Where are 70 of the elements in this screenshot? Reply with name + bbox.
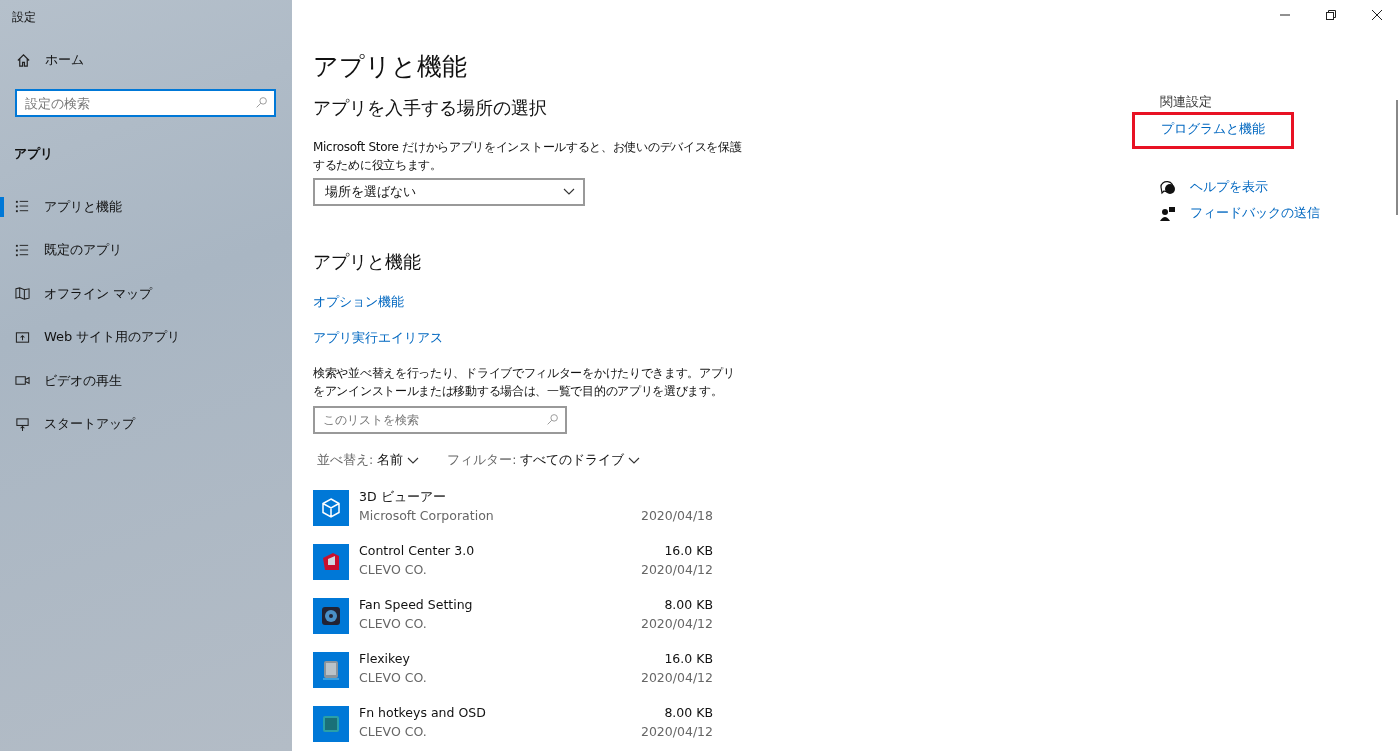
app-publisher: CLEVO CO. [359, 723, 427, 741]
app-icon [313, 652, 349, 688]
app-name: 3D ビューアー [359, 488, 446, 506]
search-icon [255, 96, 268, 109]
app-list-item[interactable]: Flexikey 16.0 KB CLEVO CO. 2020/04/12 [313, 652, 713, 706]
app-size: 16.0 KB [664, 542, 713, 560]
app-size: 8.00 KB [664, 704, 713, 722]
app-list-item[interactable]: Fan Speed Setting 8.00 KB CLEVO CO. 2020/04/12 [313, 598, 713, 652]
sidebar-item[interactable]: 既定のアプリ [0, 228, 292, 272]
map-icon [15, 286, 30, 302]
app-name: Flexikey [359, 650, 410, 668]
sidebar-item[interactable]: オフライン マップ [0, 272, 292, 316]
sort-dropdown[interactable]: 並べ替え: 名前 [317, 452, 420, 469]
search-field[interactable]: 設定の検索 [15, 89, 276, 117]
app-name: Fn hotkeys and OSD [359, 704, 486, 722]
description-text: 検索や並べ替えを行ったり、ドライブでフィルターをかけたりできます。アプリをアンインストールまたは移動する場合は、一覧で目的のアプリを選びます。 [313, 365, 736, 400]
link[interactable]: オプション機能 [313, 294, 1092, 314]
app-name: Fan Speed Setting [359, 596, 473, 614]
close-icon [1372, 10, 1382, 20]
restore-icon [1326, 10, 1336, 20]
sidebar-item[interactable]: アプリと機能 [0, 185, 292, 229]
support-link[interactable]: ヘルプを表示 [1160, 179, 1400, 196]
list-search-field[interactable]: このリストを検索 [313, 406, 567, 434]
description-text: Microsoft Store だけからアプリをインストールすると、お使いのデバイスを保護するために役立ちます。 [313, 139, 743, 174]
monitor-icon [15, 416, 30, 432]
app-publisher: CLEVO CO. [359, 561, 427, 579]
person-icon [1160, 205, 1176, 222]
app-name: Control Center 3.0 [359, 542, 475, 560]
chevron-down-icon [563, 188, 575, 196]
filter-dropdown[interactable]: フィルター: すべてのドライブ [447, 452, 641, 469]
app-date: 2020/04/12 [640, 669, 713, 687]
list-icon [15, 242, 30, 258]
link[interactable]: アプリ実行エイリアス [313, 330, 1092, 350]
app-list-item[interactable]: Fn hotkeys and OSD 8.00 KB CLEVO CO. 2020/04/12 [313, 706, 713, 751]
app-list-item[interactable]: Control Center 3.0 16.0 KB CLEVO CO. 2020/04/12 [313, 544, 713, 598]
app-publisher: CLEVO CO. [359, 615, 427, 633]
app-publisher: CLEVO CO. [359, 669, 427, 687]
list-icon [15, 199, 30, 215]
app-publisher: Microsoft Corporation [359, 507, 494, 525]
sidebar-item[interactable]: Web サイト用のアプリ [0, 315, 292, 359]
app-size: 8.00 KB [664, 596, 713, 614]
section-heading: 関連設定 [1160, 94, 1213, 111]
support-link[interactable]: フィードバックの送信 [1160, 205, 1400, 222]
link[interactable]: プログラムと機能 [1132, 112, 1294, 149]
app-date: 2020/04/12 [640, 723, 713, 741]
app-list-item[interactable]: 3D ビューアー Microsoft Corporation 2020/04/18 [313, 490, 713, 544]
sidebar-item[interactable]: スタートアップ [0, 402, 292, 446]
scrollbar[interactable] [1396, 100, 1398, 215]
section-heading: アプリを入手する場所の選択 [313, 96, 548, 120]
app-date: 2020/04/12 [640, 615, 713, 633]
app-icon [313, 490, 349, 526]
section-heading: アプリ [14, 145, 54, 163]
search-icon [546, 413, 559, 426]
chevron-down-icon [628, 456, 641, 465]
chat-bubble-icon [1160, 179, 1176, 196]
app-date: 2020/04/18 [640, 507, 713, 525]
window-icon [15, 329, 30, 345]
section-heading: アプリと機能 [313, 250, 422, 274]
app-date: 2020/04/12 [640, 561, 713, 579]
page-title: アプリと機能 [313, 51, 468, 83]
app-icon [313, 706, 349, 742]
window-title: 設定 [11, 9, 37, 26]
home-icon [16, 52, 31, 68]
chevron-down-icon [407, 456, 420, 465]
home-link[interactable]: ホーム [16, 49, 292, 71]
location-dropdown[interactable]: 場所を選ばない [313, 178, 585, 206]
app-size: 16.0 KB [664, 650, 713, 668]
app-icon [313, 598, 349, 634]
app-icon [313, 544, 349, 580]
sidebar-item[interactable]: ビデオの再生 [0, 359, 292, 403]
